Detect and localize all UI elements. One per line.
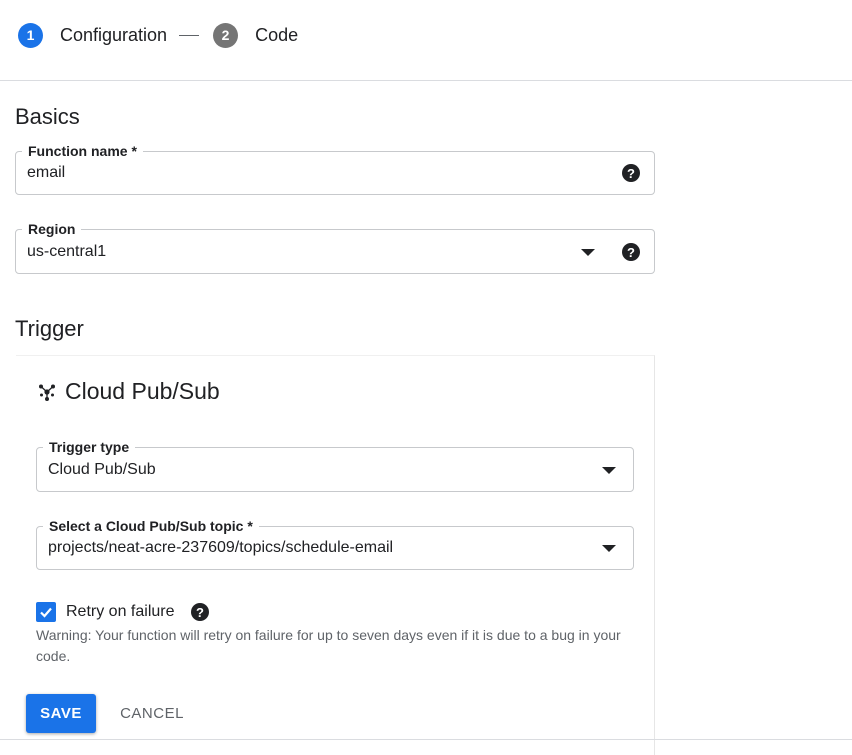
help-circle-icon[interactable]: ? (622, 243, 640, 261)
check-icon (40, 607, 52, 618)
pubsub-topic-select[interactable]: Select a Cloud Pub/Sub topic * projects/… (36, 517, 634, 570)
dropdown-arrow-icon[interactable] (581, 249, 595, 256)
step-2-label[interactable]: Code (255, 25, 298, 46)
trigger-type-select[interactable]: Trigger type Cloud Pub/Sub (36, 438, 634, 492)
retry-warning-text: Warning: Your function will retry on fai… (36, 627, 621, 664)
dropdown-arrow-icon[interactable] (602, 545, 616, 552)
function-name-field[interactable]: Function name * email ? (15, 142, 655, 195)
step-1-label[interactable]: Configuration (60, 25, 167, 46)
retry-checkbox[interactable] (36, 602, 56, 622)
pubsub-icon (39, 384, 55, 401)
function-name-value[interactable]: email (27, 152, 65, 194)
trigger-heading: Trigger (15, 316, 84, 341)
bottom-divider (0, 739, 852, 740)
region-select[interactable]: Region us-central1 ? (15, 220, 655, 274)
pubsub-topic-value[interactable]: projects/neat-acre-237609/topics/schedul… (48, 527, 393, 569)
basics-heading: Basics (15, 104, 80, 129)
dropdown-arrow-icon[interactable] (602, 467, 616, 474)
region-value[interactable]: us-central1 (27, 230, 106, 273)
step-2-indicator[interactable]: 2 (213, 22, 239, 48)
step-connector (179, 34, 200, 36)
step-1-indicator[interactable]: 1 (18, 22, 43, 48)
header-divider (0, 80, 852, 81)
stepper: 1 Configuration 2 Code (18, 22, 298, 48)
save-button[interactable]: SAVE (26, 694, 96, 733)
retry-label[interactable]: Retry on failure (66, 602, 175, 622)
trigger-type-value[interactable]: Cloud Pub/Sub (48, 448, 156, 491)
card-title-text: Cloud Pub/Sub (65, 378, 220, 404)
help-circle-icon[interactable]: ? (191, 603, 209, 621)
help-circle-icon[interactable]: ? (622, 164, 640, 182)
trigger-card-title: Cloud Pub/Sub (37, 378, 220, 405)
cancel-button[interactable]: CANCEL (110, 694, 194, 733)
